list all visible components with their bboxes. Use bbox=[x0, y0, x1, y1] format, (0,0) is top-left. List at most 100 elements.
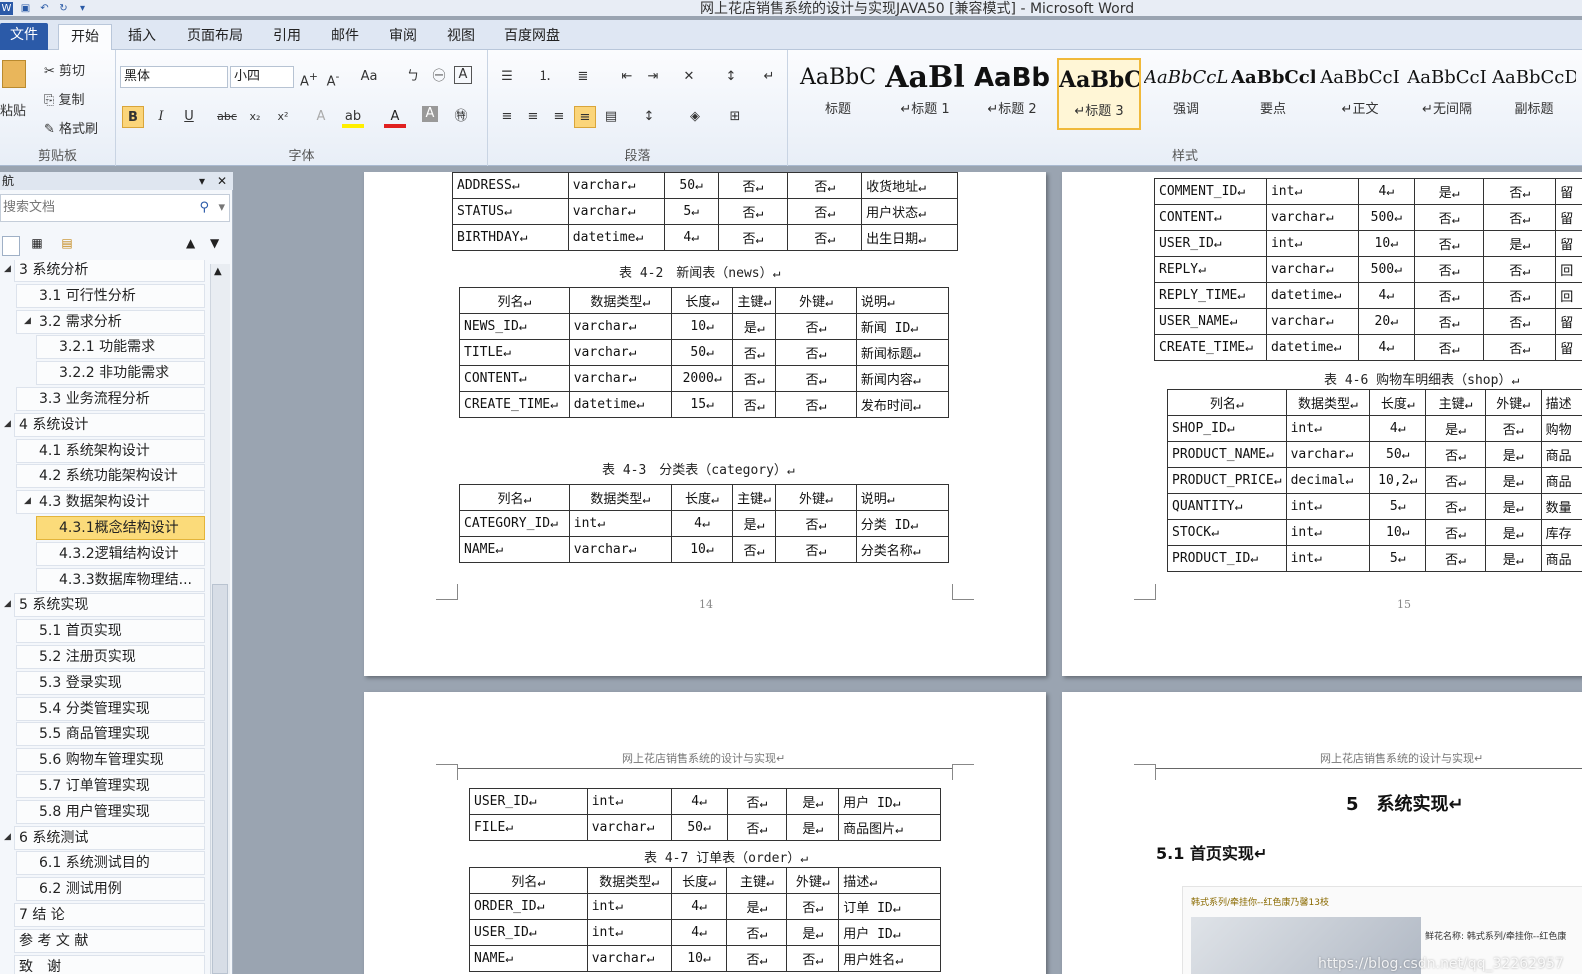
nav-item[interactable]: 5 系统实现 bbox=[14, 593, 205, 618]
chinese-layout-icon[interactable]: ✕ bbox=[678, 66, 700, 88]
expand-collapse-icon[interactable]: ◢ bbox=[4, 419, 11, 429]
nav-scrollbar[interactable]: ▲ bbox=[210, 264, 230, 974]
bullets-icon[interactable]: ☰ bbox=[496, 66, 518, 88]
nav-item[interactable]: 3.3 业务流程分析 bbox=[16, 387, 205, 411]
close-icon[interactable]: ✕ bbox=[217, 172, 227, 190]
line-spacing-icon[interactable]: ↕ bbox=[638, 106, 660, 128]
increase-indent-icon[interactable]: ⇥ bbox=[642, 66, 664, 88]
nav-item[interactable]: 7 结 论 bbox=[14, 903, 205, 927]
expand-collapse-icon[interactable]: ◢ bbox=[24, 496, 31, 506]
change-case-icon[interactable]: Aa bbox=[358, 66, 380, 88]
tab-view[interactable]: 视图 bbox=[436, 24, 486, 50]
nav-item[interactable]: 致 谢 bbox=[14, 954, 205, 974]
redo-icon[interactable]: ↻ bbox=[57, 2, 70, 15]
nav-item[interactable]: 3.2.1 功能需求 bbox=[36, 335, 205, 360]
customize-qat-icon[interactable]: ▾ bbox=[76, 2, 89, 15]
multilevel-list-icon[interactable]: ≣ bbox=[572, 66, 594, 88]
font-name-combo[interactable]: 黑体 bbox=[120, 66, 228, 88]
next-icon[interactable]: ▼ bbox=[210, 236, 219, 250]
enclose-char-icon[interactable]: ㊀ bbox=[428, 66, 450, 88]
style-no-spacing[interactable]: AaBbCcI ↵无间隔 bbox=[1405, 58, 1489, 130]
results-view-icon[interactable]: ▤ bbox=[58, 236, 76, 256]
nav-item[interactable]: 4.1 系统架构设计 bbox=[16, 438, 205, 463]
nav-item[interactable]: 5.6 购物车管理实现 bbox=[16, 748, 205, 773]
borders-icon[interactable]: ⊞ bbox=[724, 106, 746, 128]
nav-item[interactable]: 3.1 可行性分析 bbox=[16, 283, 205, 308]
tab-home[interactable]: 开始 bbox=[58, 24, 112, 50]
paste-icon[interactable] bbox=[2, 60, 26, 88]
bold-icon[interactable]: B bbox=[122, 106, 144, 128]
phonetic-guide-icon[interactable]: ㄅ bbox=[402, 66, 424, 88]
nav-item[interactable]: 5.3 登录实现 bbox=[16, 670, 205, 695]
cut-button[interactable]: ✂ 剪切 bbox=[44, 60, 85, 79]
expand-collapse-icon[interactable]: ◢ bbox=[4, 599, 11, 609]
align-right-icon[interactable]: ≡ bbox=[548, 106, 570, 128]
nav-item[interactable]: 3.2.2 非功能需求 bbox=[36, 361, 205, 386]
nav-item[interactable]: 6.2 测试用例 bbox=[16, 877, 205, 902]
strikethrough-icon[interactable]: abc bbox=[216, 106, 238, 128]
scroll-thumb[interactable] bbox=[212, 584, 228, 974]
style-subtitle[interactable]: AaBbCcD 副标题 bbox=[1492, 58, 1576, 130]
nav-item[interactable]: 4.2 系统功能架构设计 bbox=[16, 464, 205, 489]
tab-references[interactable]: 引用 bbox=[262, 24, 312, 50]
style-heading-3[interactable]: AaBbC ↵标题 3 bbox=[1057, 58, 1141, 130]
tab-page-layout[interactable]: 页面布局 bbox=[178, 24, 252, 50]
tab-insert[interactable]: 插入 bbox=[118, 24, 166, 50]
expand-collapse-icon[interactable]: ◢ bbox=[24, 316, 31, 326]
style-normal[interactable]: AaBbCcI ↵正文 bbox=[1318, 58, 1402, 130]
char-shading-icon[interactable]: A bbox=[422, 106, 438, 122]
nav-item[interactable]: 5.1 首页实现 bbox=[16, 619, 205, 644]
word-icon[interactable]: W bbox=[0, 1, 13, 15]
headings-view-icon[interactable] bbox=[2, 236, 20, 256]
search-icon[interactable]: ⚲ bbox=[199, 195, 209, 221]
nav-item[interactable]: 6 系统测试 bbox=[14, 825, 205, 850]
tab-file[interactable]: 文件 bbox=[0, 23, 48, 50]
nav-item[interactable]: 3.2 需求分析 bbox=[16, 309, 205, 334]
grow-font-icon[interactable]: A+ bbox=[298, 66, 320, 89]
nav-item[interactable]: 4.3.2逻辑结构设计 bbox=[36, 541, 205, 566]
nav-item[interactable]: 5.8 用户管理实现 bbox=[16, 799, 205, 824]
nav-item[interactable]: 6.1 系统测试目的 bbox=[16, 851, 205, 876]
chevron-down-icon[interactable]: ▾ bbox=[218, 195, 225, 221]
style-heading-2[interactable]: AaBb ↵标题 2 bbox=[970, 58, 1054, 130]
highlight-icon[interactable]: ab bbox=[342, 106, 364, 128]
copy-button[interactable]: ⎘ 复制 bbox=[44, 89, 85, 108]
dropdown-icon[interactable]: ▾ bbox=[199, 172, 205, 190]
style-title[interactable]: AaBbC 标题 bbox=[796, 58, 880, 130]
sort-icon[interactable]: ↕ bbox=[720, 66, 742, 88]
previous-icon[interactable]: ▲ bbox=[186, 236, 195, 250]
nav-item[interactable]: 5.5 商品管理实现 bbox=[16, 722, 205, 747]
show-marks-icon[interactable]: ↵ bbox=[758, 66, 780, 88]
nav-item[interactable]: 4.3.1概念结构设计 bbox=[36, 516, 205, 540]
font-size-combo[interactable]: 小四 bbox=[230, 66, 294, 88]
tab-review[interactable]: 审阅 bbox=[378, 24, 428, 50]
distributed-icon[interactable]: ▤ bbox=[600, 106, 622, 128]
subscript-icon[interactable]: x₂ bbox=[244, 106, 266, 128]
expand-collapse-icon[interactable]: ◢ bbox=[4, 264, 11, 274]
scroll-up-icon[interactable]: ▲ bbox=[214, 266, 222, 277]
pages-view-icon[interactable]: ▦ bbox=[28, 236, 46, 256]
format-painter-button[interactable]: ✎ 格式刷 bbox=[44, 118, 98, 137]
align-center-icon[interactable]: ≡ bbox=[522, 106, 544, 128]
numbering-icon[interactable]: ⒈ bbox=[534, 66, 556, 88]
nav-item[interactable]: 4.3 数据架构设计 bbox=[16, 490, 205, 515]
undo-icon[interactable]: ↶ bbox=[38, 2, 51, 15]
tab-baidu-netdisk[interactable]: 百度网盘 bbox=[494, 24, 570, 50]
char-border-icon[interactable]: A bbox=[454, 66, 472, 84]
style-emphasis[interactable]: AaBbCcL 强调 bbox=[1144, 58, 1228, 130]
paste-button[interactable]: 粘贴 bbox=[0, 100, 26, 119]
text-effects-icon[interactable]: A bbox=[310, 106, 332, 128]
expand-collapse-icon[interactable]: ◢ bbox=[4, 832, 11, 842]
nav-item[interactable]: 5.4 分类管理实现 bbox=[16, 696, 205, 721]
shading-icon[interactable]: ◈ bbox=[684, 106, 706, 128]
nav-item[interactable]: 4.3.3数据库物理结... bbox=[36, 567, 205, 592]
font-color-icon[interactable]: A bbox=[384, 106, 406, 128]
superscript-icon[interactable]: x² bbox=[272, 106, 294, 128]
enclose-icon[interactable]: ㊕ bbox=[450, 106, 472, 128]
nav-item[interactable]: 3 系统分析 bbox=[14, 260, 205, 282]
nav-item[interactable]: 4 系统设计 bbox=[14, 412, 205, 437]
nav-item[interactable]: 参 考 文 献 bbox=[14, 928, 205, 953]
style-strong[interactable]: AaBbCcl 要点 bbox=[1231, 58, 1315, 130]
align-left-icon[interactable]: ≡ bbox=[496, 106, 518, 128]
style-heading-1[interactable]: AaBl ↵标题 1 bbox=[883, 58, 967, 130]
